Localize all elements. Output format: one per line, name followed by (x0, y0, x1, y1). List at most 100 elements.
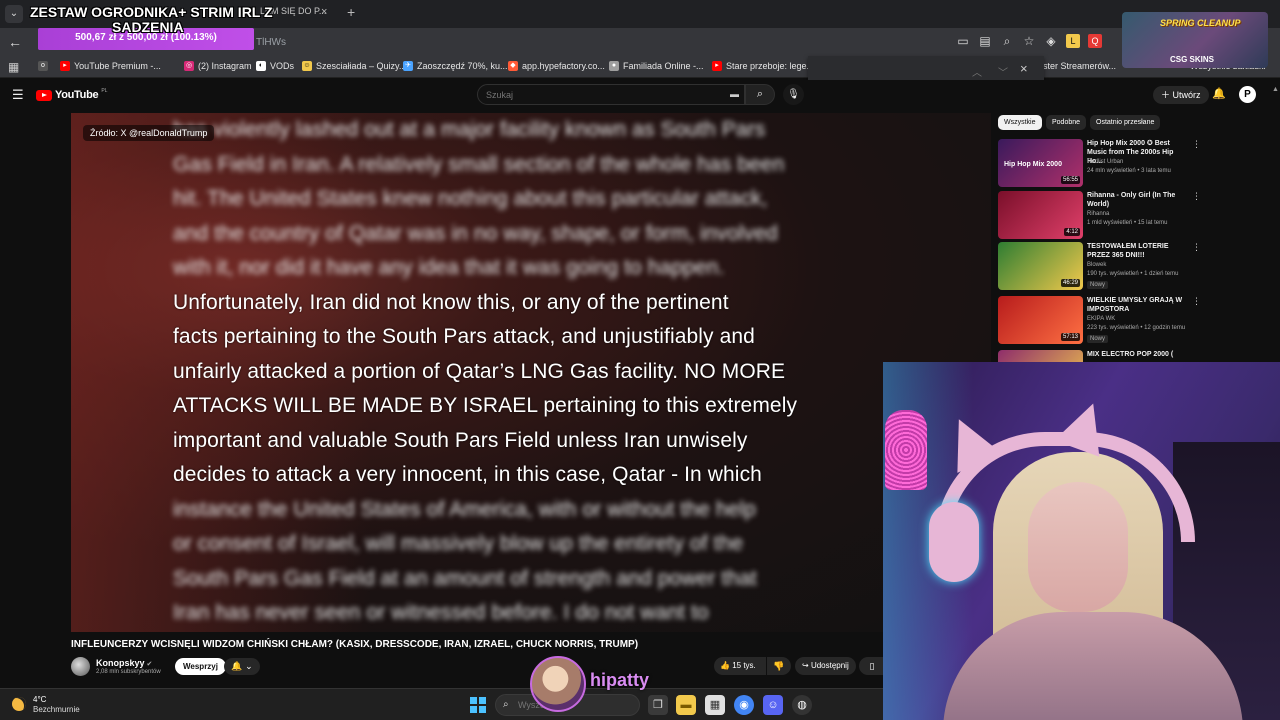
search-icon: ⌕ (756, 88, 764, 100)
recommendation-item[interactable]: 46:29 TESTOWAŁEM LOTERIE PRZEZ 365 DNI!!… (998, 242, 1268, 292)
create-button[interactable]: ＋ Utwórz (1153, 86, 1209, 104)
account-avatar[interactable]: P (1239, 86, 1256, 103)
weather-temperature[interactable]: 4°C (33, 695, 46, 704)
url-text[interactable]: TlHWs (256, 37, 286, 48)
search-icon: ⌕ (503, 699, 509, 710)
bookmark-vods[interactable]: ◐ VODs (256, 61, 294, 71)
like-button[interactable]: 👍 15 tys. (714, 657, 766, 675)
windows-taskbar: 4°C Bezchmurnie ⌕ ❐ ▬ ▦ ◉ ☺ ◍ (0, 688, 883, 720)
recommendation-channel: Redlist Urban (1087, 159, 1124, 165)
recommendation-thumbnail (998, 350, 1083, 362)
video-source-label: Źródło: X @realDonaldTrump (83, 125, 215, 141)
channel-name-text: Konopskyy (96, 658, 145, 668)
keyboard-icon[interactable]: ▬ (730, 89, 739, 99)
voice-search-mic-icon[interactable]: 🎙 (783, 84, 804, 105)
discord-icon[interactable]: ☺ (763, 695, 783, 715)
more-vertical-icon[interactable]: ⋮ (1192, 139, 1201, 150)
find-close-icon[interactable]: × (1020, 61, 1028, 76)
duration-badge: 4:12 (1064, 228, 1080, 236)
chip-recent[interactable]: Ostatnio przesłane (1090, 115, 1161, 130)
bookmark-favicon-icon: o (38, 61, 48, 71)
deal-favicon-icon: ✈ (403, 61, 413, 71)
video-player[interactable]: has violently lashed out at a major faci… (71, 113, 991, 632)
star-bookmark-icon[interactable]: ☆ (1022, 34, 1036, 49)
find-next-icon[interactable]: ﹀ (998, 64, 1008, 79)
thumbnail-text: Hip Hop Mix 2000 (1004, 161, 1062, 168)
youtube-logo[interactable]: YouTube PL (36, 88, 107, 101)
verified-check-icon: ✔ (146, 661, 153, 668)
recommendation-meta: 1 mld wyświetleń • 15 lat temu (1087, 220, 1168, 226)
save-button[interactable]: ▯ (859, 657, 885, 675)
share-arrow-icon: ↪ (802, 661, 809, 670)
bookmark-youtube-premium[interactable]: ▸ YouTube Premium -... (60, 61, 161, 71)
menu-hamburger-icon[interactable]: ☰ (12, 87, 24, 103)
search-button[interactable]: ⌕ (745, 84, 775, 105)
bookmark-deal[interactable]: ✈ Zaoszczędź 70%, ku... (403, 61, 508, 71)
video-text-line: hit. The United States knew nothing abou… (173, 187, 768, 210)
tab-list-chevron-icon[interactable]: ⌄ (5, 5, 23, 23)
more-vertical-icon[interactable]: ⋮ (1192, 296, 1201, 307)
task-view-icon[interactable]: ❐ (648, 695, 668, 715)
tab-close-icon[interactable]: × (321, 6, 327, 18)
video-text-line: facts pertaining to the South Pars attac… (173, 325, 755, 348)
like-count: 15 tys. (732, 661, 756, 670)
zoom-icon[interactable]: ⌕ (1000, 34, 1014, 49)
support-button[interactable]: Wesprzyj (175, 658, 226, 675)
bookmark-instagram[interactable]: ◎ (2) Instagram (184, 61, 252, 71)
bookmark-extra[interactable]: o (38, 61, 48, 71)
familiada-favicon-icon: ● (609, 61, 619, 71)
bookmark-hypefactory[interactable]: ◆ app.hypefactory.co... (508, 61, 605, 71)
recommendation-item[interactable]: 4:12 Rihanna - Only Girl (In The World) … (998, 191, 1268, 241)
thumbs-up-icon: 👍 (720, 661, 730, 670)
video-text-line: Gas Field in Iran. A relatively small se… (173, 152, 785, 176)
microphone-icon (885, 410, 927, 490)
more-vertical-icon[interactable]: ⋮ (1192, 191, 1201, 202)
file-explorer-icon[interactable]: ▬ (676, 695, 696, 715)
channel-name[interactable]: Konopskyy ✔ (96, 658, 152, 668)
bookmark-quiz[interactable]: ☺ Szesciałiada – Quizy... (302, 61, 406, 71)
moon-weather-icon[interactable] (12, 697, 26, 711)
youtube-play-icon (36, 89, 52, 101)
youtube-header: ☰ YouTube PL ▬ ⌕ 🎙 ＋ Utwórz 🔔 P (0, 80, 1280, 112)
recommendation-item[interactable]: Hip Hop Mix 2000 56:55 Hip Hop Mix 2000 … (998, 139, 1268, 189)
weather-description[interactable]: Bezchmurnie (33, 705, 80, 714)
bookmark-stare-przeboje[interactable]: ▸ Stare przeboje: lege... (712, 61, 814, 71)
chip-related[interactable]: Podobne (1046, 115, 1087, 130)
new-tab-plus-icon[interactable]: + (347, 4, 355, 20)
recommendation-item[interactable]: MIX ELECTRO POP 2000 ( (998, 350, 1268, 362)
extension-red-icon[interactable]: Q (1088, 34, 1102, 48)
scrollbar-up-arrow-icon[interactable]: ▲ (1272, 86, 1279, 93)
share-button[interactable]: ↪ Udostępnij (795, 657, 856, 675)
chrome-icon[interactable]: ◉ (734, 695, 754, 715)
hypefactory-favicon-icon: ◆ (508, 61, 518, 71)
extension-icon[interactable]: ◈ (1044, 34, 1058, 49)
extension-yellow-icon[interactable]: L (1066, 34, 1080, 48)
find-previous-icon[interactable]: ︿ (972, 64, 982, 79)
dislike-button[interactable]: 👎 (767, 657, 791, 675)
subscription-bell-button[interactable]: 🔔 ⌄ (224, 658, 260, 675)
windows-start-icon[interactable] (470, 697, 486, 713)
channel-avatar[interactable] (71, 657, 90, 676)
obs-icon[interactable]: ◍ (792, 695, 812, 715)
video-text-line: ATTACKS WILL BE MADE BY ISRAEL pertainin… (173, 394, 798, 417)
chip-all[interactable]: Wszystkie (998, 115, 1042, 130)
youtube-favicon-icon: ▸ (712, 61, 722, 71)
video-text-line: instance the United States of America, w… (173, 497, 756, 521)
back-arrow-icon[interactable]: ← (8, 34, 22, 50)
search-input[interactable] (486, 90, 686, 100)
bookmark-streamers[interactable]: ster Streamerów... (1043, 61, 1116, 71)
recommendation-item[interactable]: 57:13 WIELKIE UMYSŁY GRAJĄ W IMPOSTORA E… (998, 296, 1268, 346)
bookmark-label: Stare przeboje: lege... (726, 61, 815, 71)
notifications-bell-icon[interactable]: 🔔 (1212, 87, 1226, 100)
video-text-line: with it, nor did it have any idea that i… (173, 256, 725, 279)
reader-icon[interactable]: ▤ (978, 34, 992, 49)
bookmark-label: Szesciałiada – Quizy... (316, 61, 407, 71)
apps-grid-icon[interactable]: ▦ (8, 60, 19, 74)
store-icon[interactable]: ▦ (705, 695, 725, 715)
recommendation-thumbnail: 57:13 (998, 296, 1083, 344)
cast-icon[interactable]: ▭ (956, 34, 970, 49)
recommendation-title: TESTOWAŁEM LOTERIE PRZEZ 365 DNI!!! (1087, 243, 1169, 259)
more-vertical-icon[interactable]: ⋮ (1192, 242, 1201, 253)
video-text-line: and the country of Qatar was in no way, … (173, 221, 778, 245)
bookmark-familiada[interactable]: ● Familiada Online -... (609, 61, 704, 71)
